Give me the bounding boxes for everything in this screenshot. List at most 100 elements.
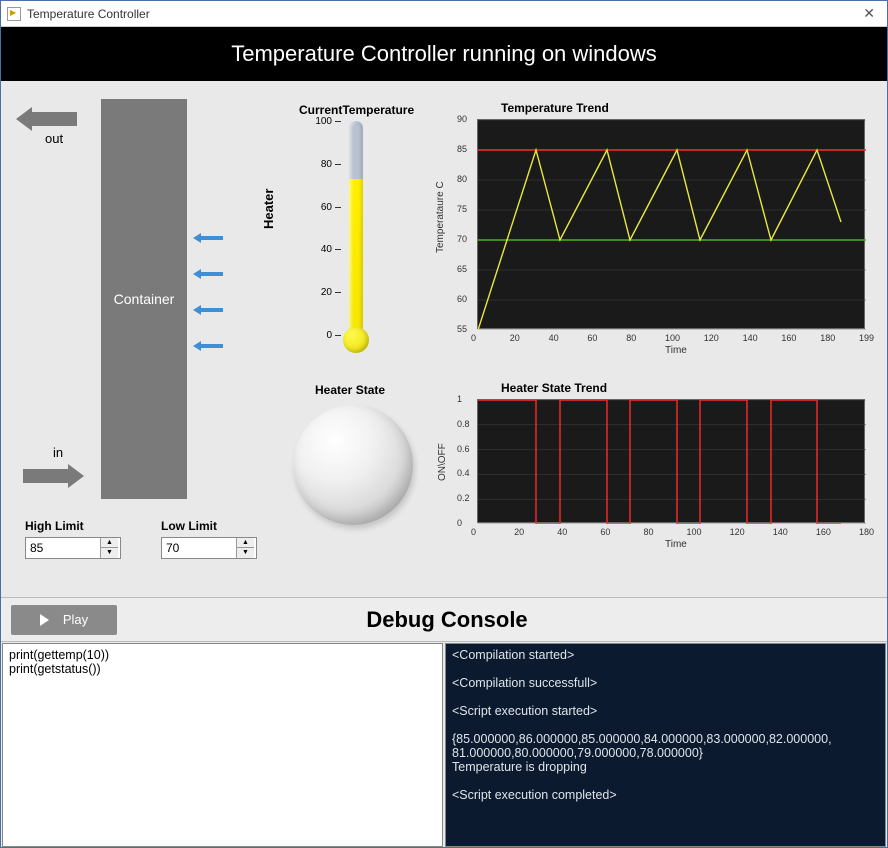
chart-xtick: 20 xyxy=(514,527,524,537)
script-output-line: <Compilation started> xyxy=(452,648,879,662)
chart-xtick: 40 xyxy=(557,527,567,537)
thermometer-tube xyxy=(349,121,363,335)
chart-ytick: 60 xyxy=(457,294,471,304)
heater-chart-plot xyxy=(477,399,865,523)
thermometer-tick: 80 xyxy=(321,159,341,170)
chart-xtick: 80 xyxy=(643,527,653,537)
high-limit-input[interactable] xyxy=(26,539,100,557)
temp-chart-title: Temperature Trend xyxy=(501,101,609,115)
script-output-line: <Script execution completed> xyxy=(452,788,879,802)
flow-in-label: in xyxy=(53,445,63,460)
temp-chart-xlabel: Time xyxy=(665,345,687,356)
spinner-up-icon[interactable]: ▲ xyxy=(101,538,118,548)
thermometer-tick: 60 xyxy=(321,202,341,213)
script-output-line: {85.000000,86.000000,85.000000,84.000000… xyxy=(452,732,879,774)
script-input-line: print(getstatus()) xyxy=(9,662,436,676)
chart-ytick: 75 xyxy=(457,204,471,214)
chart-ytick: 80 xyxy=(457,174,471,184)
chart-xtick: 0 xyxy=(471,527,476,537)
heater-arrow-icon xyxy=(193,341,223,351)
chart-ytick: 85 xyxy=(457,144,471,154)
chart-xtick: 120 xyxy=(704,333,719,343)
chart-xtick: 140 xyxy=(773,527,788,537)
heater-chart-title: Heater State Trend xyxy=(501,381,607,395)
chart-xtick: 20 xyxy=(510,333,520,343)
heater-arrow-icon xyxy=(193,233,223,243)
high-limit-group: High Limit ▲ ▼ xyxy=(25,519,121,559)
chart-ytick: 70 xyxy=(457,234,471,244)
thermometer-title: CurrentTemperature xyxy=(299,103,414,117)
spinner-up-icon[interactable]: ▲ xyxy=(237,538,254,548)
flow-out-label: out xyxy=(45,131,63,146)
low-limit-input[interactable] xyxy=(162,539,236,557)
thermometer-bulb xyxy=(343,327,369,353)
flow-in-arrow xyxy=(23,464,97,488)
script-input-line: print(gettemp(10)) xyxy=(9,648,436,662)
thermometer: 100806040200 xyxy=(301,121,411,361)
chart-ytick: 0.8 xyxy=(457,419,470,429)
temp-chart-plot xyxy=(477,119,865,329)
temperature-trend-group: Temperature Trend Temperataure C Time xyxy=(435,101,871,361)
chart-xtick: 120 xyxy=(730,527,745,537)
chart-ytick: 0.4 xyxy=(457,468,470,478)
app-icon xyxy=(7,7,21,21)
debug-console-title: Debug Console xyxy=(117,607,887,633)
thermometer-tick: 20 xyxy=(321,287,341,298)
low-limit-group: Low Limit ▲ ▼ xyxy=(161,519,257,559)
thermometer-tick: 40 xyxy=(321,244,341,255)
container-label: Container xyxy=(114,291,175,307)
chart-xtick: 100 xyxy=(665,333,680,343)
chart-xtick: 160 xyxy=(816,527,831,537)
heater-trend-group: Heater State Trend ON\OFF Time 10.80.60.… xyxy=(435,381,871,561)
heater-arrow-icon xyxy=(193,305,223,315)
chart-ytick: 1 xyxy=(457,394,462,404)
chart-ytick: 65 xyxy=(457,264,471,274)
play-button[interactable]: Play xyxy=(11,605,117,635)
chart-xtick: 180 xyxy=(859,527,874,537)
header-banner: Temperature Controller running on window… xyxy=(1,27,887,81)
chart-xtick: 60 xyxy=(600,527,610,537)
chart-ytick: 90 xyxy=(457,114,471,124)
heater-state-title: Heater State xyxy=(315,383,385,397)
container-block: Container xyxy=(101,99,187,499)
chart-xtick: 199 xyxy=(859,333,874,343)
play-label: Play xyxy=(63,612,88,627)
high-limit-label: High Limit xyxy=(25,519,121,533)
close-icon[interactable]: ✕ xyxy=(857,5,881,22)
flow-out-arrow xyxy=(16,107,90,131)
window-title: Temperature Controller xyxy=(27,7,150,21)
heater-state-indicator xyxy=(293,405,413,525)
thermometer-tick: 100 xyxy=(315,116,341,127)
banner-text: Temperature Controller running on window… xyxy=(231,41,657,67)
heater-label: Heater xyxy=(237,217,252,257)
debug-panes: print(gettemp(10))print(getstatus()) <Co… xyxy=(1,642,887,848)
thermometer-tick: 0 xyxy=(326,330,341,341)
heater-chart-ylabel: ON\OFF xyxy=(437,443,448,481)
chart-ytick: 0.6 xyxy=(457,444,470,454)
chart-xtick: 80 xyxy=(626,333,636,343)
debug-toolbar: Play Debug Console xyxy=(1,597,887,642)
spinner-down-icon[interactable]: ▼ xyxy=(101,548,118,558)
spinner-down-icon[interactable]: ▼ xyxy=(237,548,254,558)
high-limit-spinner[interactable]: ▲ ▼ xyxy=(25,537,121,559)
chart-xtick: 60 xyxy=(587,333,597,343)
chart-xtick: 0 xyxy=(471,333,476,343)
window-titlebar: Temperature Controller ✕ xyxy=(1,1,887,27)
chart-xtick: 140 xyxy=(743,333,758,343)
chart-xtick: 100 xyxy=(687,527,702,537)
low-limit-spinner[interactable]: ▲ ▼ xyxy=(161,537,257,559)
script-input-pane[interactable]: print(gettemp(10))print(getstatus()) xyxy=(2,643,443,847)
script-output-pane[interactable]: <Compilation started> <Compilation succes… xyxy=(445,643,886,847)
chart-xtick: 160 xyxy=(781,333,796,343)
chart-ytick: 55 xyxy=(457,324,471,334)
script-output-line: <Compilation successfull> xyxy=(452,676,879,690)
main-panel: out in Container Heater High Limit ▲ ▼ L… xyxy=(1,81,887,597)
low-limit-label: Low Limit xyxy=(161,519,257,533)
heater-arrow-icon xyxy=(193,269,223,279)
chart-ytick: 0 xyxy=(457,518,462,528)
script-output-line: <Script execution started> xyxy=(452,704,879,718)
chart-xtick: 40 xyxy=(549,333,559,343)
temp-chart-ylabel: Temperataure C xyxy=(435,181,446,253)
chart-xtick: 180 xyxy=(820,333,835,343)
chart-ytick: 0.2 xyxy=(457,493,470,503)
